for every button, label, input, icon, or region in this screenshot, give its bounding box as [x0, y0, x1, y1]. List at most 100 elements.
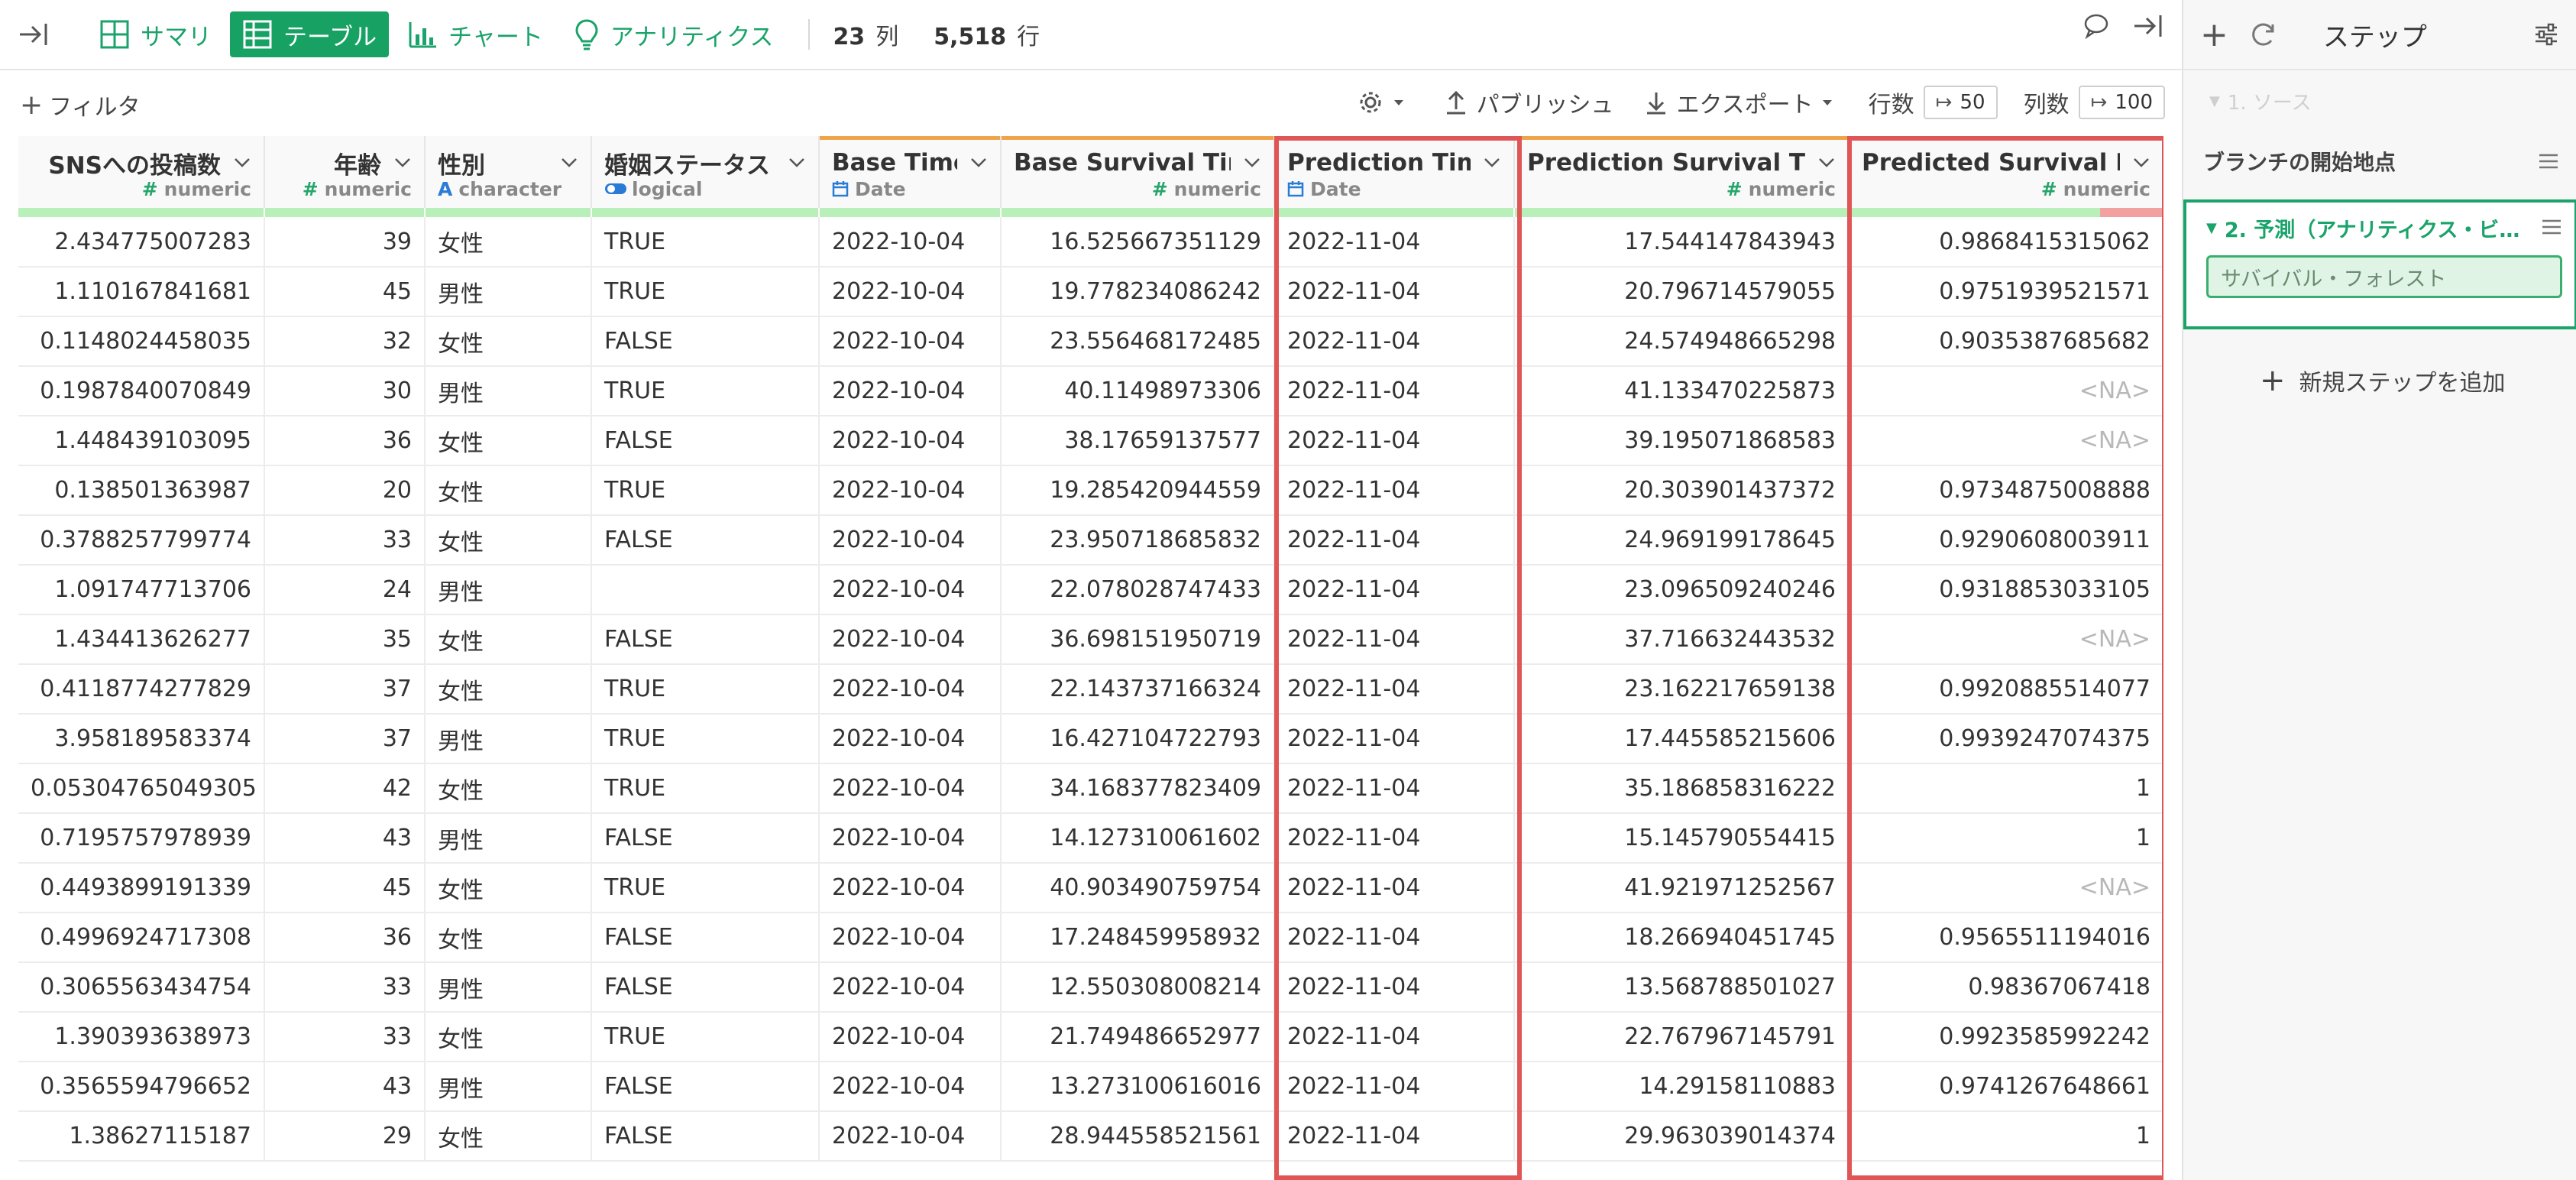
- table-cell[interactable]: 2022-10-04: [819, 316, 1002, 367]
- table-cell[interactable]: 0.9734875008888: [1849, 465, 2163, 516]
- table-cell[interactable]: <NA>: [1849, 366, 2163, 417]
- table-cell[interactable]: 2022-11-04: [1274, 664, 1515, 715]
- chevron-down-icon[interactable]: [1817, 157, 1836, 169]
- table-cell[interactable]: 18.266940451745: [1514, 913, 1849, 963]
- table-cell[interactable]: 39: [264, 217, 426, 267]
- table-cell[interactable]: 33: [264, 1012, 426, 1062]
- table-cell[interactable]: 2022-11-04: [1274, 863, 1515, 913]
- table-cell[interactable]: 2022-11-04: [1274, 515, 1515, 566]
- table-cell[interactable]: 0.3565594796652: [18, 1062, 265, 1112]
- table-cell[interactable]: 12.550308008214: [1001, 962, 1275, 1013]
- table-cell[interactable]: 女性: [425, 416, 592, 466]
- table-cell[interactable]: 0.138501363987: [18, 465, 265, 516]
- table-cell[interactable]: 0.98367067418: [1849, 962, 2163, 1013]
- table-cell[interactable]: 24: [264, 565, 426, 615]
- table-cell[interactable]: TRUE: [591, 465, 820, 516]
- table-row[interactable]: 0.1148024458035 32 女性 FALSE 2022-10-04 23.556…: [18, 316, 2163, 367]
- table-cell[interactable]: 2022-11-04: [1274, 1111, 1515, 1162]
- table-row[interactable]: 0.4996924717308 36 女性 FALSE 2022-10-04 17.248…: [18, 913, 2163, 963]
- table-cell[interactable]: 1.434413626277: [18, 614, 265, 665]
- step-prediction[interactable]: ▼ 2. 予測（アナリティクス・ビュー） サバイバル・フォレスト: [2183, 199, 2576, 329]
- table-cell[interactable]: FALSE: [591, 316, 820, 367]
- table-cell[interactable]: 2022-11-04: [1274, 416, 1515, 466]
- table-cell[interactable]: 2022-10-04: [819, 1111, 1002, 1162]
- column-header-3[interactable]: 婚姻ステータス logical: [591, 136, 820, 208]
- table-cell[interactable]: 1.110167841681: [18, 267, 265, 317]
- table-cell[interactable]: 男性: [425, 1062, 592, 1112]
- table-cell[interactable]: 35.186858316222: [1514, 763, 1849, 814]
- table-cell[interactable]: 女性: [425, 1012, 592, 1062]
- menu-icon[interactable]: [2538, 152, 2559, 170]
- table-cell[interactable]: 39.195071868583: [1514, 416, 1849, 466]
- menu-icon[interactable]: [2541, 218, 2562, 236]
- table-cell[interactable]: 2022-11-04: [1274, 217, 1515, 267]
- table-cell[interactable]: 2022-10-04: [819, 614, 1002, 665]
- table-cell[interactable]: 2022-10-04: [819, 217, 1002, 267]
- table-cell[interactable]: TRUE: [591, 863, 820, 913]
- tab-summary[interactable]: サマリ: [87, 11, 224, 57]
- table-cell[interactable]: 29: [264, 1111, 426, 1162]
- table-row[interactable]: 1.390393638973 33 女性 TRUE 2022-10-04 21.74948…: [18, 1012, 2163, 1062]
- table-row[interactable]: 0.7195757978939 43 男性 FALSE 2022-10-04 14.127…: [18, 813, 2163, 864]
- table-cell[interactable]: 0.3788257799774: [18, 515, 265, 566]
- table-cell[interactable]: FALSE: [591, 962, 820, 1013]
- table-row[interactable]: 1.434413626277 35 女性 FALSE 2022-10-04 36.6981…: [18, 614, 2163, 665]
- table-cell[interactable]: 0.9318853033105: [1849, 565, 2163, 615]
- table-cell[interactable]: 41.133470225873: [1514, 366, 1849, 417]
- table-cell[interactable]: 38.17659137577: [1001, 416, 1275, 466]
- table-cell[interactable]: 女性: [425, 1111, 592, 1162]
- table-cell[interactable]: 1.448439103095: [18, 416, 265, 466]
- table-cell[interactable]: 2.434775007283: [18, 217, 265, 267]
- table-cell[interactable]: 37: [264, 714, 426, 764]
- table-cell[interactable]: FALSE: [591, 416, 820, 466]
- table-cell[interactable]: 20: [264, 465, 426, 516]
- table-cell[interactable]: 20.796714579055: [1514, 267, 1849, 317]
- table-cell[interactable]: FALSE: [591, 1062, 820, 1112]
- table-cell[interactable]: 0.1148024458035: [18, 316, 265, 367]
- table-row[interactable]: 1.448439103095 36 女性 FALSE 2022-10-04 38.1765…: [18, 416, 2163, 466]
- table-cell[interactable]: 1: [1849, 813, 2163, 864]
- table-cell[interactable]: 女性: [425, 465, 592, 516]
- table-cell[interactable]: 2022-11-04: [1274, 1012, 1515, 1062]
- table-cell[interactable]: 13.273100616016: [1001, 1062, 1275, 1112]
- table-row[interactable]: 0.4118774277829 37 女性 TRUE 2022-10-04 22.1437…: [18, 664, 2163, 715]
- table-cell[interactable]: TRUE: [591, 217, 820, 267]
- table-cell[interactable]: 0.9290608003911: [1849, 515, 2163, 566]
- table-cell[interactable]: 2022-10-04: [819, 565, 1002, 615]
- table-cell[interactable]: 2022-10-04: [819, 515, 1002, 566]
- table-cell[interactable]: FALSE: [591, 614, 820, 665]
- table-cell[interactable]: 女性: [425, 217, 592, 267]
- table-cell[interactable]: 1.091747713706: [18, 565, 265, 615]
- table-cell[interactable]: 23.096509240246: [1514, 565, 1849, 615]
- table-cell[interactable]: <NA>: [1849, 416, 2163, 466]
- table-row[interactable]: 1.091747713706 24 男性 2022-10-04 22.078028747…: [18, 565, 2163, 615]
- table-cell[interactable]: 43: [264, 1062, 426, 1112]
- column-header-1[interactable]: 年齢 # numeric: [264, 136, 426, 208]
- table-cell[interactable]: 0.4118774277829: [18, 664, 265, 715]
- step-source[interactable]: ▼ 1. ソース: [2209, 87, 2576, 115]
- column-header-5[interactable]: Base Survival Time#numeric: [1001, 136, 1275, 208]
- tab-analytics[interactable]: アナリティクス: [561, 11, 786, 57]
- table-row[interactable]: 0.05304765049305 42 女性 TRUE 2022-10-04 34.168…: [18, 763, 2163, 814]
- table-cell[interactable]: 男性: [425, 565, 592, 615]
- table-cell[interactable]: 男性: [425, 714, 592, 764]
- chevron-down-icon[interactable]: [969, 157, 988, 169]
- table-cell[interactable]: 1.390393638973: [18, 1012, 265, 1062]
- column-header-0[interactable]: SNSへの投稿数 # numeric: [18, 136, 265, 208]
- table-cell[interactable]: 23.162217659138: [1514, 664, 1849, 715]
- table-row[interactable]: 2.434775007283 39 女性 TRUE 2022-10-04 16.52566…: [18, 217, 2163, 267]
- table-cell[interactable]: 2022-11-04: [1274, 813, 1515, 864]
- publish-button[interactable]: パブリッシュ: [1445, 86, 1614, 119]
- table-cell[interactable]: 36: [264, 416, 426, 466]
- table-cell[interactable]: 男性: [425, 267, 592, 317]
- table-cell[interactable]: 17.544147843943: [1514, 217, 1849, 267]
- table-cell[interactable]: 0.05304765049305: [18, 763, 265, 814]
- table-cell[interactable]: 0.9565511194016: [1849, 913, 2163, 963]
- table-row[interactable]: 0.3565594796652 43 男性 FALSE 2022-10-04 13.273…: [18, 1062, 2163, 1112]
- table-cell[interactable]: TRUE: [591, 664, 820, 715]
- table-cell[interactable]: 34.168377823409: [1001, 763, 1275, 814]
- table-cell[interactable]: 35: [264, 614, 426, 665]
- table-cell[interactable]: 3.958189583374: [18, 714, 265, 764]
- table-cell[interactable]: 男性: [425, 366, 592, 417]
- table-cell[interactable]: 2022-10-04: [819, 962, 1002, 1013]
